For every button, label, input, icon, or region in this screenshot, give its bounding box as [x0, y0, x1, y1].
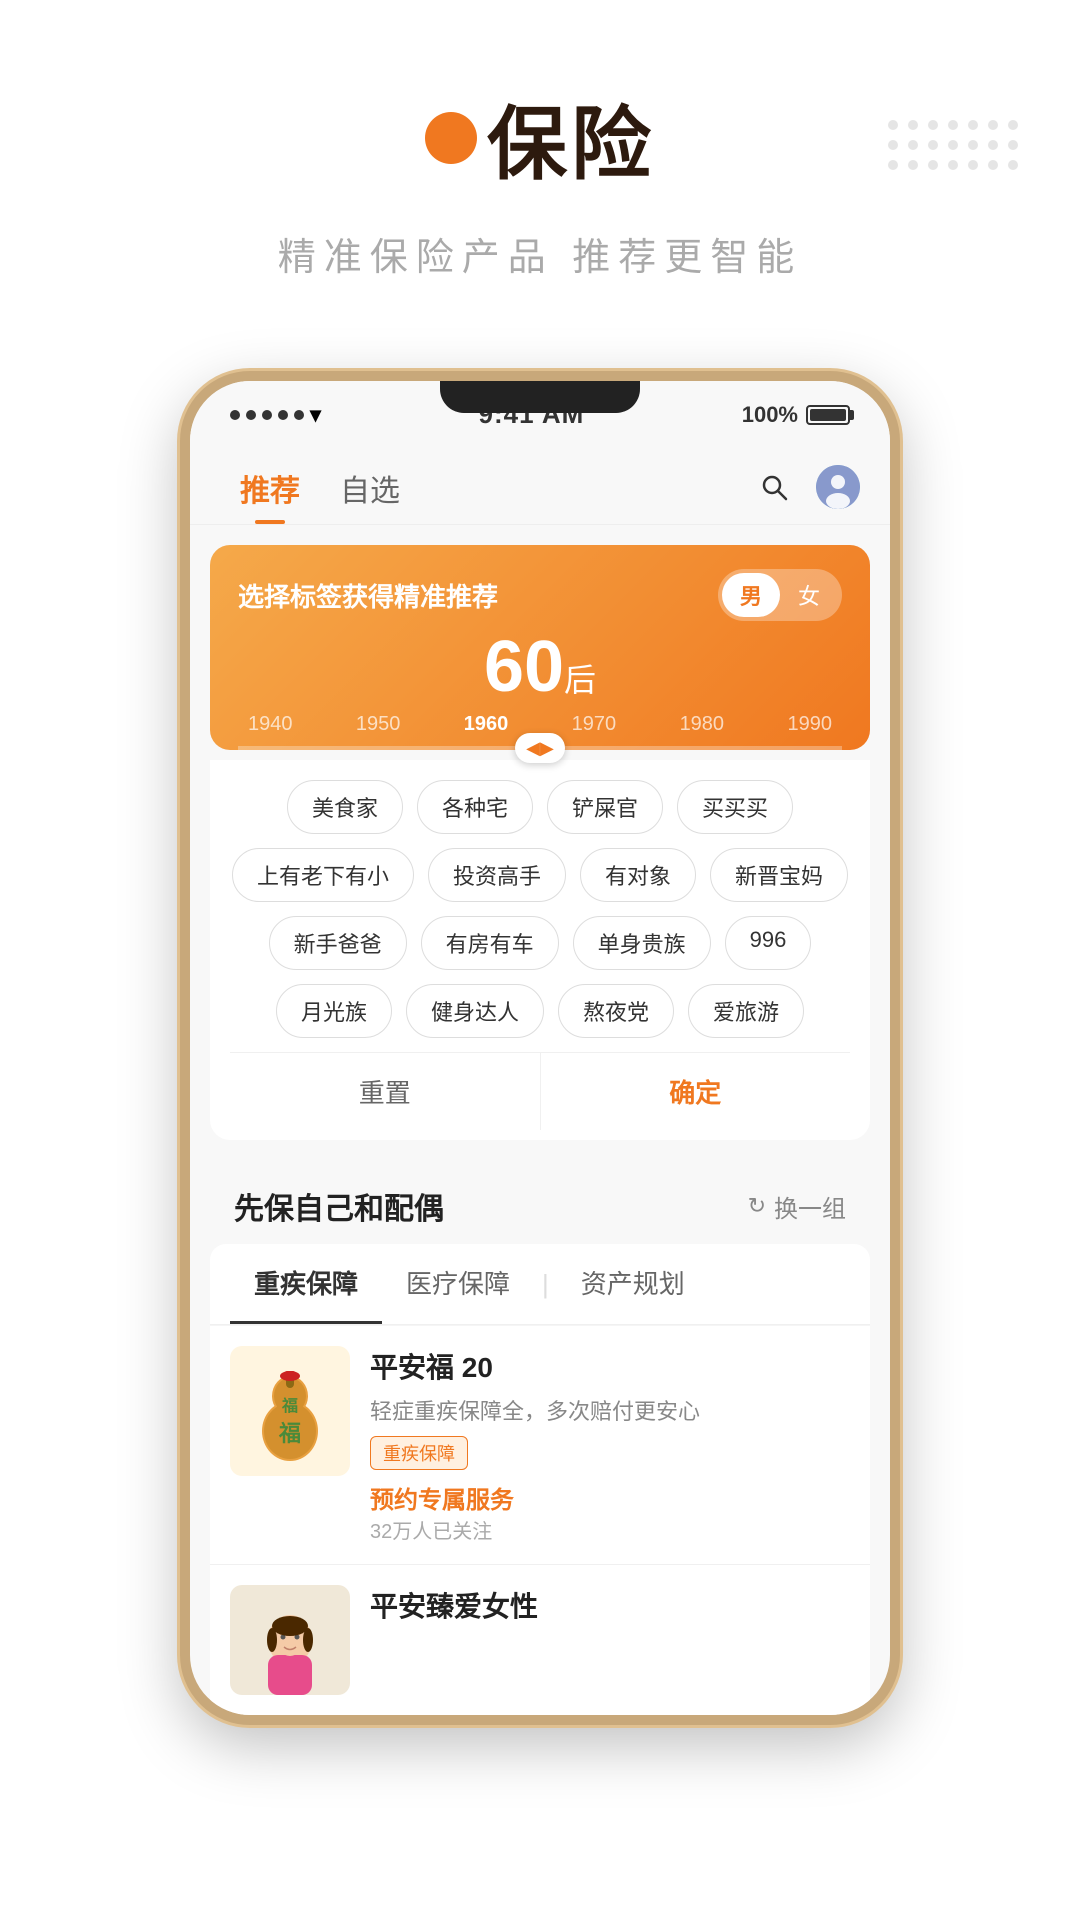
action-row: 重置 确定 [230, 1052, 850, 1130]
product-name-1: 平安福 20 [370, 1346, 850, 1386]
reset-button[interactable]: 重置 [230, 1053, 541, 1130]
product-tabs: 重疾保障 医疗保障 | 资产规划 [210, 1244, 870, 1325]
orange-dot-icon [425, 112, 477, 164]
tag-nightowl[interactable]: 熬夜党 [558, 984, 674, 1038]
phone-frame: ▾ 9:41 AM 100% 推荐 自选 [180, 371, 900, 1725]
product-image-2 [230, 1585, 350, 1695]
tags-row-2: 上有老下有小 投资高手 有对象 新晋宝妈 [230, 848, 850, 902]
tab-divider: | [534, 1244, 557, 1324]
gender-toggle[interactable]: 男 女 [718, 569, 842, 621]
app-subtitle: 精准保险产品 推荐更智能 [278, 226, 803, 281]
product-info-1: 平安福 20 轻症重疾保障全，多次赔付更安心 重疾保障 预约专属服务 32万人已… [370, 1346, 850, 1544]
app-title: 保险 [487, 80, 655, 196]
tab-critical-illness[interactable]: 重疾保障 [230, 1244, 382, 1324]
hero-section: 保险 精准保险产品 推荐更智能 [0, 0, 1080, 351]
status-right: 100% [742, 402, 850, 428]
signal-dot5 [294, 410, 304, 420]
tab-recommend[interactable]: 推荐 [220, 450, 320, 524]
product-action-1[interactable]: 预约专属服务 [370, 1480, 850, 1515]
tag-petowner[interactable]: 铲屎官 [547, 780, 663, 834]
product-card-1: 福 福 平安福 20 轻症重疾保障全，多次赔付更安心 重疾保障 预约专属服务 3… [210, 1325, 870, 1564]
battery-percent: 100% [742, 402, 798, 428]
tag-homeowner[interactable]: 有房有车 [421, 916, 559, 970]
tab-assets[interactable]: 资产规划 [557, 1244, 709, 1324]
tags-row-4: 月光族 健身达人 熬夜党 爱旅游 [230, 984, 850, 1038]
card-header: 选择标签获得精准推荐 男 女 [238, 569, 842, 621]
tag-single[interactable]: 单身贵族 [573, 916, 711, 970]
refresh-icon: ↻ [748, 1193, 766, 1219]
product-image-1: 福 福 [230, 1346, 350, 1476]
card-title: 选择标签获得精准推荐 [238, 577, 498, 614]
timeline-1960: 1960 [464, 713, 509, 736]
section-header: 先保自己和配偶 ↻ 换一组 [210, 1160, 870, 1244]
timeline-1940: 1940 [248, 713, 293, 736]
wifi-icon: ▾ [310, 402, 321, 428]
signal-dot1 [230, 410, 240, 420]
tag-investor[interactable]: 投资高手 [428, 848, 566, 902]
change-group-button[interactable]: ↻ 换一组 [748, 1189, 846, 1224]
svg-text:福: 福 [278, 1421, 301, 1446]
search-icon[interactable] [752, 465, 796, 509]
tag-budget[interactable]: 月光族 [276, 984, 392, 1038]
tag-homebody[interactable]: 各种宅 [417, 780, 533, 834]
timeline-1950: 1950 [356, 713, 401, 736]
tag-newmom[interactable]: 新晋宝妈 [710, 848, 848, 902]
product-desc-1: 轻症重疾保障全，多次赔付更安心 [370, 1394, 850, 1426]
tag-996[interactable]: 996 [725, 916, 812, 970]
timeline-1990: 1990 [787, 713, 832, 736]
tag-newdad[interactable]: 新手爸爸 [269, 916, 407, 970]
section-title: 先保自己和配偶 [234, 1184, 444, 1228]
battery-icon [806, 405, 850, 425]
tags-row-1: 美食家 各种宅 铲屎官 买买买 [230, 780, 850, 834]
gender-female-btn[interactable]: 女 [780, 573, 838, 617]
signal-dot2 [246, 410, 256, 420]
dot-grid-decoration [888, 120, 1020, 172]
tab-medical[interactable]: 医疗保障 [382, 1244, 534, 1324]
timeline-1980: 1980 [680, 713, 725, 736]
tag-travel[interactable]: 爱旅游 [688, 984, 804, 1038]
nav-bar: 推荐 自选 [190, 440, 890, 525]
tag-foodie[interactable]: 美食家 [287, 780, 403, 834]
app-title-row: 保险 [425, 80, 655, 196]
age-slider-track[interactable]: ◀▶ [238, 746, 842, 750]
product-badge-1: 重疾保障 [370, 1436, 468, 1470]
product-followers-1: 32万人已关注 [370, 1515, 850, 1544]
tag-family[interactable]: 上有老下有小 [232, 848, 414, 902]
tab-custom[interactable]: 自选 [320, 450, 420, 524]
age-suffix: 后 [564, 662, 596, 698]
user-avatar[interactable] [816, 465, 860, 509]
tag-shopper[interactable]: 买买买 [677, 780, 793, 834]
product-name-2: 平安臻爱女性 [370, 1585, 850, 1625]
product-card-2: 平安臻爱女性 [210, 1564, 870, 1715]
svg-text:福: 福 [281, 1396, 298, 1415]
battery-fill [810, 409, 846, 421]
phone-notch [440, 381, 640, 413]
tag-fitness[interactable]: 健身达人 [406, 984, 544, 1038]
slider-arrows-icon: ◀▶ [526, 738, 554, 759]
age-display: 60后 [238, 631, 842, 703]
nav-icons [752, 465, 860, 509]
status-left: ▾ [230, 402, 321, 428]
confirm-button[interactable]: 确定 [541, 1053, 851, 1130]
phone-mockup: ▾ 9:41 AM 100% 推荐 自选 [0, 371, 1080, 1725]
tags-row-3: 新手爸爸 有房有车 单身贵族 996 [230, 916, 850, 970]
tag-relationship[interactable]: 有对象 [580, 848, 696, 902]
product-info-2: 平安臻爱女性 [370, 1585, 850, 1695]
signal-dot4 [278, 410, 288, 420]
gender-male-btn[interactable]: 男 [722, 573, 780, 617]
timeline-1970: 1970 [572, 713, 617, 736]
recommendation-card: 选择标签获得精准推荐 男 女 60后 1940 1950 1960 1970 1… [210, 545, 870, 750]
signal-dot3 [262, 410, 272, 420]
tags-section: 美食家 各种宅 铲屎官 买买买 上有老下有小 投资高手 有对象 新晋宝妈 新手爸… [210, 760, 870, 1140]
age-slider-handle[interactable]: ◀▶ [515, 733, 565, 763]
